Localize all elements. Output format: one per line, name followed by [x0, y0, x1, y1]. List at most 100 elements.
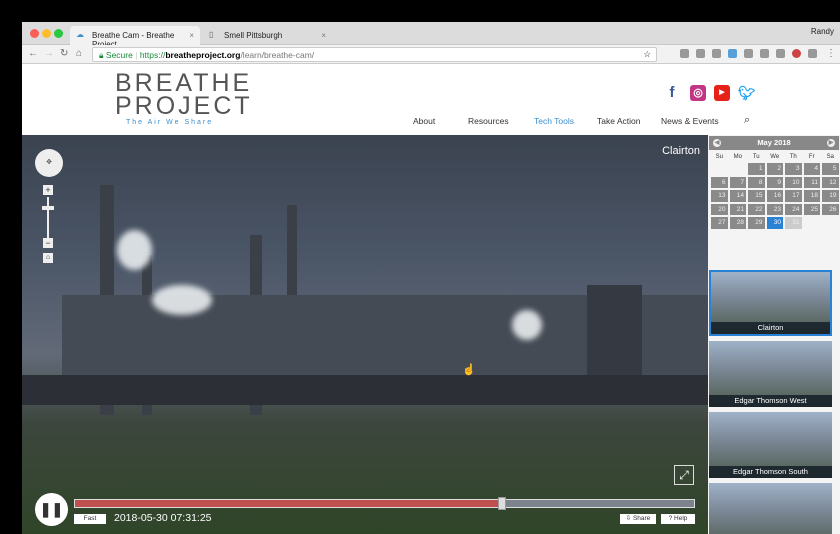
zoom-slider[interactable]: [47, 197, 49, 239]
back-icon[interactable]: ←: [28, 48, 38, 59]
weekday-label: Mo: [733, 154, 742, 160]
bookmark-star-icon[interactable]: ☆: [643, 49, 651, 60]
tab-breathe-cam[interactable]: ☁Breathe Cam - Breathe Project×: [70, 26, 200, 49]
calendar-day[interactable]: 24: [785, 203, 802, 215]
nav-about[interactable]: About: [413, 116, 435, 126]
minimize-window-button[interactable]: [42, 29, 51, 38]
calendar-day[interactable]: 27: [711, 217, 728, 229]
calendar-day[interactable]: 28: [729, 217, 746, 229]
maximize-window-button[interactable]: [54, 29, 63, 38]
url-input[interactable]: 🔒︎ Secure | https://breatheproject.org/l…: [92, 47, 657, 62]
extension-icon[interactable]: [792, 49, 801, 58]
calendar-day[interactable]: 22: [748, 203, 765, 215]
extension-icon[interactable]: [696, 49, 705, 58]
youtube-icon[interactable]: ▶: [714, 85, 730, 101]
speed-button[interactable]: Fast: [74, 514, 106, 524]
browser-window: ☁Breathe Cam - Breathe Project× ▯ Smell P…: [22, 22, 840, 534]
calendar-day[interactable]: 1: [748, 163, 765, 175]
camera-viewer[interactable]: Clairton ✥ + − ⌂ ☝ ⤢ ❚❚ Fast 2018-05-30 …: [22, 135, 708, 534]
camera-thumbnail-label: Edgar Thomson West: [709, 395, 832, 407]
page-icon: ▯: [209, 30, 214, 39]
camera-thumbnail-label: Clairton: [711, 322, 830, 334]
calendar-day[interactable]: 30: [766, 217, 783, 229]
lock-icon: 🔒︎: [99, 50, 104, 60]
camera-thumbnail-label: Edgar Thomson South: [709, 466, 832, 478]
nav-tech-tools[interactable]: Tech Tools: [534, 116, 574, 126]
calendar-day[interactable]: 10: [785, 176, 802, 188]
logo[interactable]: PROJECT: [115, 92, 253, 121]
nav-resources[interactable]: Resources: [468, 116, 509, 126]
camera-thumbnail[interactable]: Irvin: [709, 483, 832, 534]
calendar-day[interactable]: 6: [711, 176, 728, 188]
zoom-in-button[interactable]: +: [43, 185, 53, 195]
timeline-handle[interactable]: [498, 497, 507, 510]
nav-news-events[interactable]: News & Events: [661, 116, 719, 126]
extension-icon[interactable]: [760, 49, 769, 58]
calendar-day[interactable]: 25: [803, 203, 820, 215]
calendar-day[interactable]: 11: [803, 176, 820, 188]
calendar-day[interactable]: 2: [766, 163, 783, 175]
calendar-day[interactable]: 9: [766, 176, 783, 188]
calendar-day[interactable]: 20: [711, 203, 728, 215]
address-bar-row: ← → ↻ ⌂ 🔒︎ Secure | https://breatheproje…: [22, 45, 840, 64]
calendar-day[interactable]: 14: [729, 190, 746, 202]
calendar-day[interactable]: 12: [822, 176, 839, 188]
home-icon[interactable]: ⌂: [76, 48, 82, 59]
calendar-blank: [730, 163, 747, 175]
home-view-button[interactable]: ⌂: [43, 253, 53, 263]
prev-month-icon[interactable]: ◀: [713, 139, 721, 147]
close-tab-icon[interactable]: ×: [189, 31, 194, 40]
calendar-day[interactable]: 15: [748, 190, 765, 202]
camera-thumbnail[interactable]: Edgar Thomson West: [709, 341, 832, 407]
fullscreen-button[interactable]: ⤢: [674, 465, 694, 485]
twitter-icon[interactable]: 🐦︎: [738, 85, 756, 101]
calendar-day[interactable]: 13: [711, 190, 728, 202]
extension-icon[interactable]: [680, 49, 689, 58]
calendar-day[interactable]: 3: [785, 163, 802, 175]
zoom-slider-handle[interactable]: [42, 206, 54, 210]
zoom-out-button[interactable]: −: [43, 238, 53, 248]
reload-icon[interactable]: ↻: [60, 48, 68, 59]
camera-thumbnail[interactable]: Clairton: [709, 270, 832, 336]
close-window-button[interactable]: [30, 29, 39, 38]
calendar-day[interactable]: 26: [822, 203, 839, 215]
calendar-day[interactable]: 23: [766, 203, 783, 215]
close-tab-icon[interactable]: ×: [321, 31, 326, 40]
calendar-day[interactable]: 7: [729, 176, 746, 188]
facebook-icon[interactable]: f: [664, 85, 680, 101]
calendar-day[interactable]: 4: [803, 163, 820, 175]
extension-icon[interactable]: [744, 49, 753, 58]
profile-name[interactable]: Randy: [811, 27, 834, 36]
calendar-day[interactable]: 17: [785, 190, 802, 202]
timeline-slider[interactable]: [74, 497, 695, 510]
extension-icon[interactable]: [776, 49, 785, 58]
calendar-day[interactable]: 21: [729, 203, 746, 215]
instagram-icon[interactable]: ◎: [690, 85, 706, 101]
calendar-day[interactable]: 31: [785, 217, 802, 229]
pan-control[interactable]: ✥: [35, 149, 63, 177]
calendar-day[interactable]: 5: [822, 163, 839, 175]
menu-kebab-icon[interactable]: ⋮: [826, 48, 836, 59]
calendar-day[interactable]: 29: [748, 217, 765, 229]
help-button[interactable]: ? Help: [661, 514, 695, 524]
weekday-label: We: [770, 154, 780, 160]
pause-button[interactable]: ❚❚: [35, 493, 68, 526]
calendar-day[interactable]: 8: [748, 176, 765, 188]
weekday-label: Fr: [808, 154, 815, 160]
forward-icon[interactable]: →: [44, 48, 54, 59]
nav-take-action[interactable]: Take Action: [597, 116, 640, 126]
camera-thumbnail[interactable]: Edgar Thomson South: [709, 412, 832, 478]
calendar-day[interactable]: 18: [803, 190, 820, 202]
extension-icon[interactable]: [808, 49, 817, 58]
search-icon[interactable]: ⌕: [744, 114, 750, 127]
extension-icon[interactable]: [712, 49, 721, 58]
help-label: Help: [674, 515, 688, 522]
calendar-day[interactable]: 19: [822, 190, 839, 202]
share-button[interactable]: ⇩ Share: [620, 514, 656, 524]
next-month-icon[interactable]: ▶: [827, 139, 835, 147]
calendar-month: May 2018: [757, 138, 791, 147]
tab-smell-pittsburgh[interactable]: ▯ Smell Pittsburgh ×: [202, 26, 332, 45]
share-icon: ⇩: [625, 515, 633, 522]
extension-icon[interactable]: [728, 49, 737, 58]
calendar-day[interactable]: 16: [766, 190, 783, 202]
